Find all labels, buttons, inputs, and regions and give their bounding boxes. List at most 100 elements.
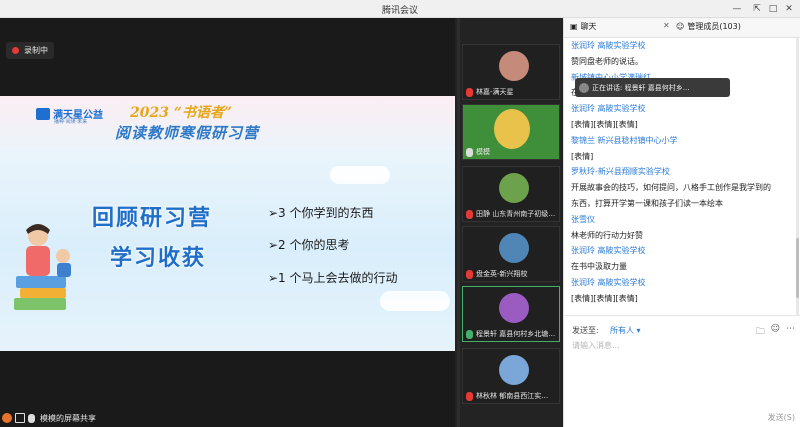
slide-point: ➢2 个你的思考 — [268, 238, 350, 252]
participant-name: 盘金英-新兴翔校 — [476, 270, 528, 278]
slide-title-line2: 阅读教师寒假研习营 — [115, 124, 260, 142]
chat-input[interactable]: 请输入消息... — [572, 340, 792, 400]
video-list-scrollbar[interactable] — [457, 18, 460, 427]
tab-chat-label: 聊天 — [580, 22, 597, 31]
tab-members[interactable]: ☺ 管理成员(103) — [676, 21, 741, 32]
participant-tile[interactable]: 林嘉-满天星 — [462, 44, 560, 100]
recording-indicator[interactable]: 录制中 — [6, 42, 54, 59]
members-icon: ☺ — [676, 22, 685, 31]
mic-icon[interactable] — [28, 413, 35, 423]
chat-tools: 🗀 ☺ ⋯ — [756, 324, 795, 340]
screen-share-icon[interactable] — [15, 413, 25, 423]
window-title: 腾讯会议 — [381, 6, 418, 16]
speaking-banner: 正在讲话: 程景轩 嘉县何村乡... — [575, 78, 730, 97]
chat-scrollbar[interactable] — [796, 38, 799, 316]
participant-caption: 模模 — [466, 147, 557, 157]
chevron-down-icon: ▾ — [636, 326, 641, 335]
mic-speaking-icon — [466, 329, 473, 339]
chat-message-text: 东西，打算开学第一课和孩子们读一本绘本 — [571, 198, 723, 208]
chat-sender[interactable]: 张雪仪 — [571, 212, 793, 228]
mic-muted-icon — [466, 87, 473, 97]
chat-sender[interactable]: 张润玲 高陂实验学校 — [571, 38, 793, 54]
book-logo-icon — [36, 107, 50, 120]
send-to-select[interactable]: 所有人 ▾ — [610, 325, 641, 336]
participant-avatar — [499, 233, 529, 263]
chat-message-text: 林老师的行动力好赞 — [571, 230, 643, 240]
chat-message-text: [表情] — [571, 151, 594, 161]
chat-message-text: 在书中汲取力量 — [571, 262, 627, 272]
participant-name: 模模 — [476, 148, 490, 156]
chat-sender[interactable]: 张润玲 高陂实验学校 — [571, 275, 793, 291]
screen-share-label: 模模的屏幕共享 — [40, 413, 96, 423]
minimize-icon[interactable]: — — [730, 2, 744, 16]
cloud-decoration — [380, 291, 450, 311]
tab-chat[interactable]: ▣ 聊天 — [570, 21, 597, 32]
shared-screen-area: 录制中 满天星公益 播种·阅读·未来 2023 “书语者” 阅读教师寒假研习营 — [0, 18, 455, 427]
user-avatar-icon — [2, 413, 12, 423]
chat-message-text: [表情][表情][表情] — [571, 119, 638, 129]
emoji-icon[interactable]: ☺ — [771, 324, 780, 340]
participant-avatar — [499, 173, 529, 203]
participant-name: 程景轩 嘉县何村乡北塘… — [476, 330, 556, 338]
slide-title-line1: 2023 “书语者” — [130, 105, 232, 121]
pin-icon[interactable]: ⇱ — [750, 2, 764, 16]
chat-tabs: ▣ 聊天 ✕ ☺ 管理成员(103) — [564, 18, 800, 38]
cloud-decoration — [330, 166, 390, 184]
chat-icon: ▣ — [570, 22, 578, 31]
presentation-slide: 满天星公益 播种·阅读·未来 2023 “书语者” 阅读教师寒假研习营 回顾研习… — [0, 96, 455, 351]
participant-tile[interactable]: 林秋林 郁南县西江实… — [462, 348, 560, 404]
send-to-value: 所有人 — [610, 326, 634, 335]
close-icon[interactable]: ✕ — [663, 21, 670, 30]
chat-composer: 发送至: 所有人 ▾ 🗀 ☺ ⋯ 请输入消息... 发送(S) — [564, 315, 800, 427]
chat-sender[interactable]: 张润玲 高陂实验学校 — [571, 101, 793, 117]
participant-caption: 田静 山东青州南子初级… — [466, 209, 557, 219]
send-to-label: 发送至: — [572, 326, 599, 335]
brand-subtitle: 播种·阅读·未来 — [54, 119, 88, 125]
chat-message-text: [表情][表情][表情] — [571, 293, 638, 303]
participant-name: 林秋林 郁南县西江实… — [476, 392, 549, 400]
chat-sender[interactable]: 黎锦兰 新兴县稔村镇中心小学 — [571, 133, 793, 149]
chat-sender[interactable]: 罗秋玲-新兴县翔顺实验学校 — [571, 164, 793, 180]
participant-tile-active-speaker[interactable]: 程景轩 嘉县何村乡北塘… — [462, 286, 560, 342]
participant-caption: 盘金英-新兴翔校 — [466, 269, 557, 279]
mic-muted-icon — [466, 391, 473, 401]
tab-members-label: 管理成员(103) — [687, 22, 741, 31]
file-icon[interactable]: 🗀 — [756, 324, 765, 340]
participant-tile[interactable]: 模模 — [462, 104, 560, 160]
participant-tile[interactable]: 田静 山东青州南子初级… — [462, 166, 560, 222]
mic-icon — [466, 147, 473, 157]
chat-sender[interactable]: 张润玲 高陂实验学校 — [571, 243, 793, 259]
chat-message-text: 赞同盘老师的说话。 — [571, 56, 643, 66]
brand-logo: 满天星公益 播种·阅读·未来 — [36, 106, 103, 125]
slide-heading-gains: 学习收获 — [110, 246, 207, 271]
chat-scrollbar-thumb[interactable] — [796, 238, 799, 298]
participant-avatar — [499, 355, 529, 385]
slide-point: ➢1 个马上会去做的行动 — [268, 271, 398, 285]
participant-caption: 林秋林 郁南县西江实… — [466, 391, 557, 401]
recording-label: 录制中 — [24, 46, 48, 55]
mic-muted-icon — [466, 269, 473, 279]
meeting-window: 腾讯会议 — ⇱ □ ✕ 录制中 满天星公益 播种·阅读·未来 2023 “书语… — [0, 0, 800, 427]
maximize-icon[interactable]: □ — [766, 2, 780, 16]
reading-kids-illustration — [14, 224, 71, 310]
speaking-text: 正在讲话: 程景轩 嘉县何村乡... — [592, 83, 690, 92]
slide-heading-review: 回顾研习营 — [92, 206, 213, 231]
title-bar: 腾讯会议 — ⇱ □ ✕ — [0, 0, 800, 18]
slide-point: ➢3 个你学到的东西 — [268, 206, 374, 220]
speaker-avatar — [579, 82, 589, 93]
record-dot-icon — [12, 47, 19, 54]
participant-name: 林嘉-满天星 — [476, 88, 514, 96]
participant-avatar — [499, 51, 529, 81]
mic-muted-icon — [466, 209, 473, 219]
close-icon[interactable]: ✕ — [782, 2, 796, 16]
participant-caption: 程景轩 嘉县何村乡北塘… — [466, 329, 557, 339]
participant-avatar — [494, 109, 530, 149]
participant-video-list[interactable]: 林嘉-满天星 模模 田静 山东青州南子初级… 盘金英-新兴翔校 程景轩 嘉县何村… — [455, 18, 563, 427]
participant-avatar — [499, 293, 529, 323]
send-button[interactable]: 发送(S) — [768, 412, 795, 423]
chat-message-text: 开展故事会的技巧，如何提问，八格手工创作是我学到的 — [571, 183, 771, 193]
more-icon[interactable]: ⋯ — [786, 324, 795, 340]
participant-tile[interactable]: 盘金英-新兴翔校 — [462, 226, 560, 282]
screen-share-bar: 模模的屏幕共享 — [0, 409, 96, 427]
participant-name: 田静 山东青州南子初级… — [476, 210, 556, 218]
